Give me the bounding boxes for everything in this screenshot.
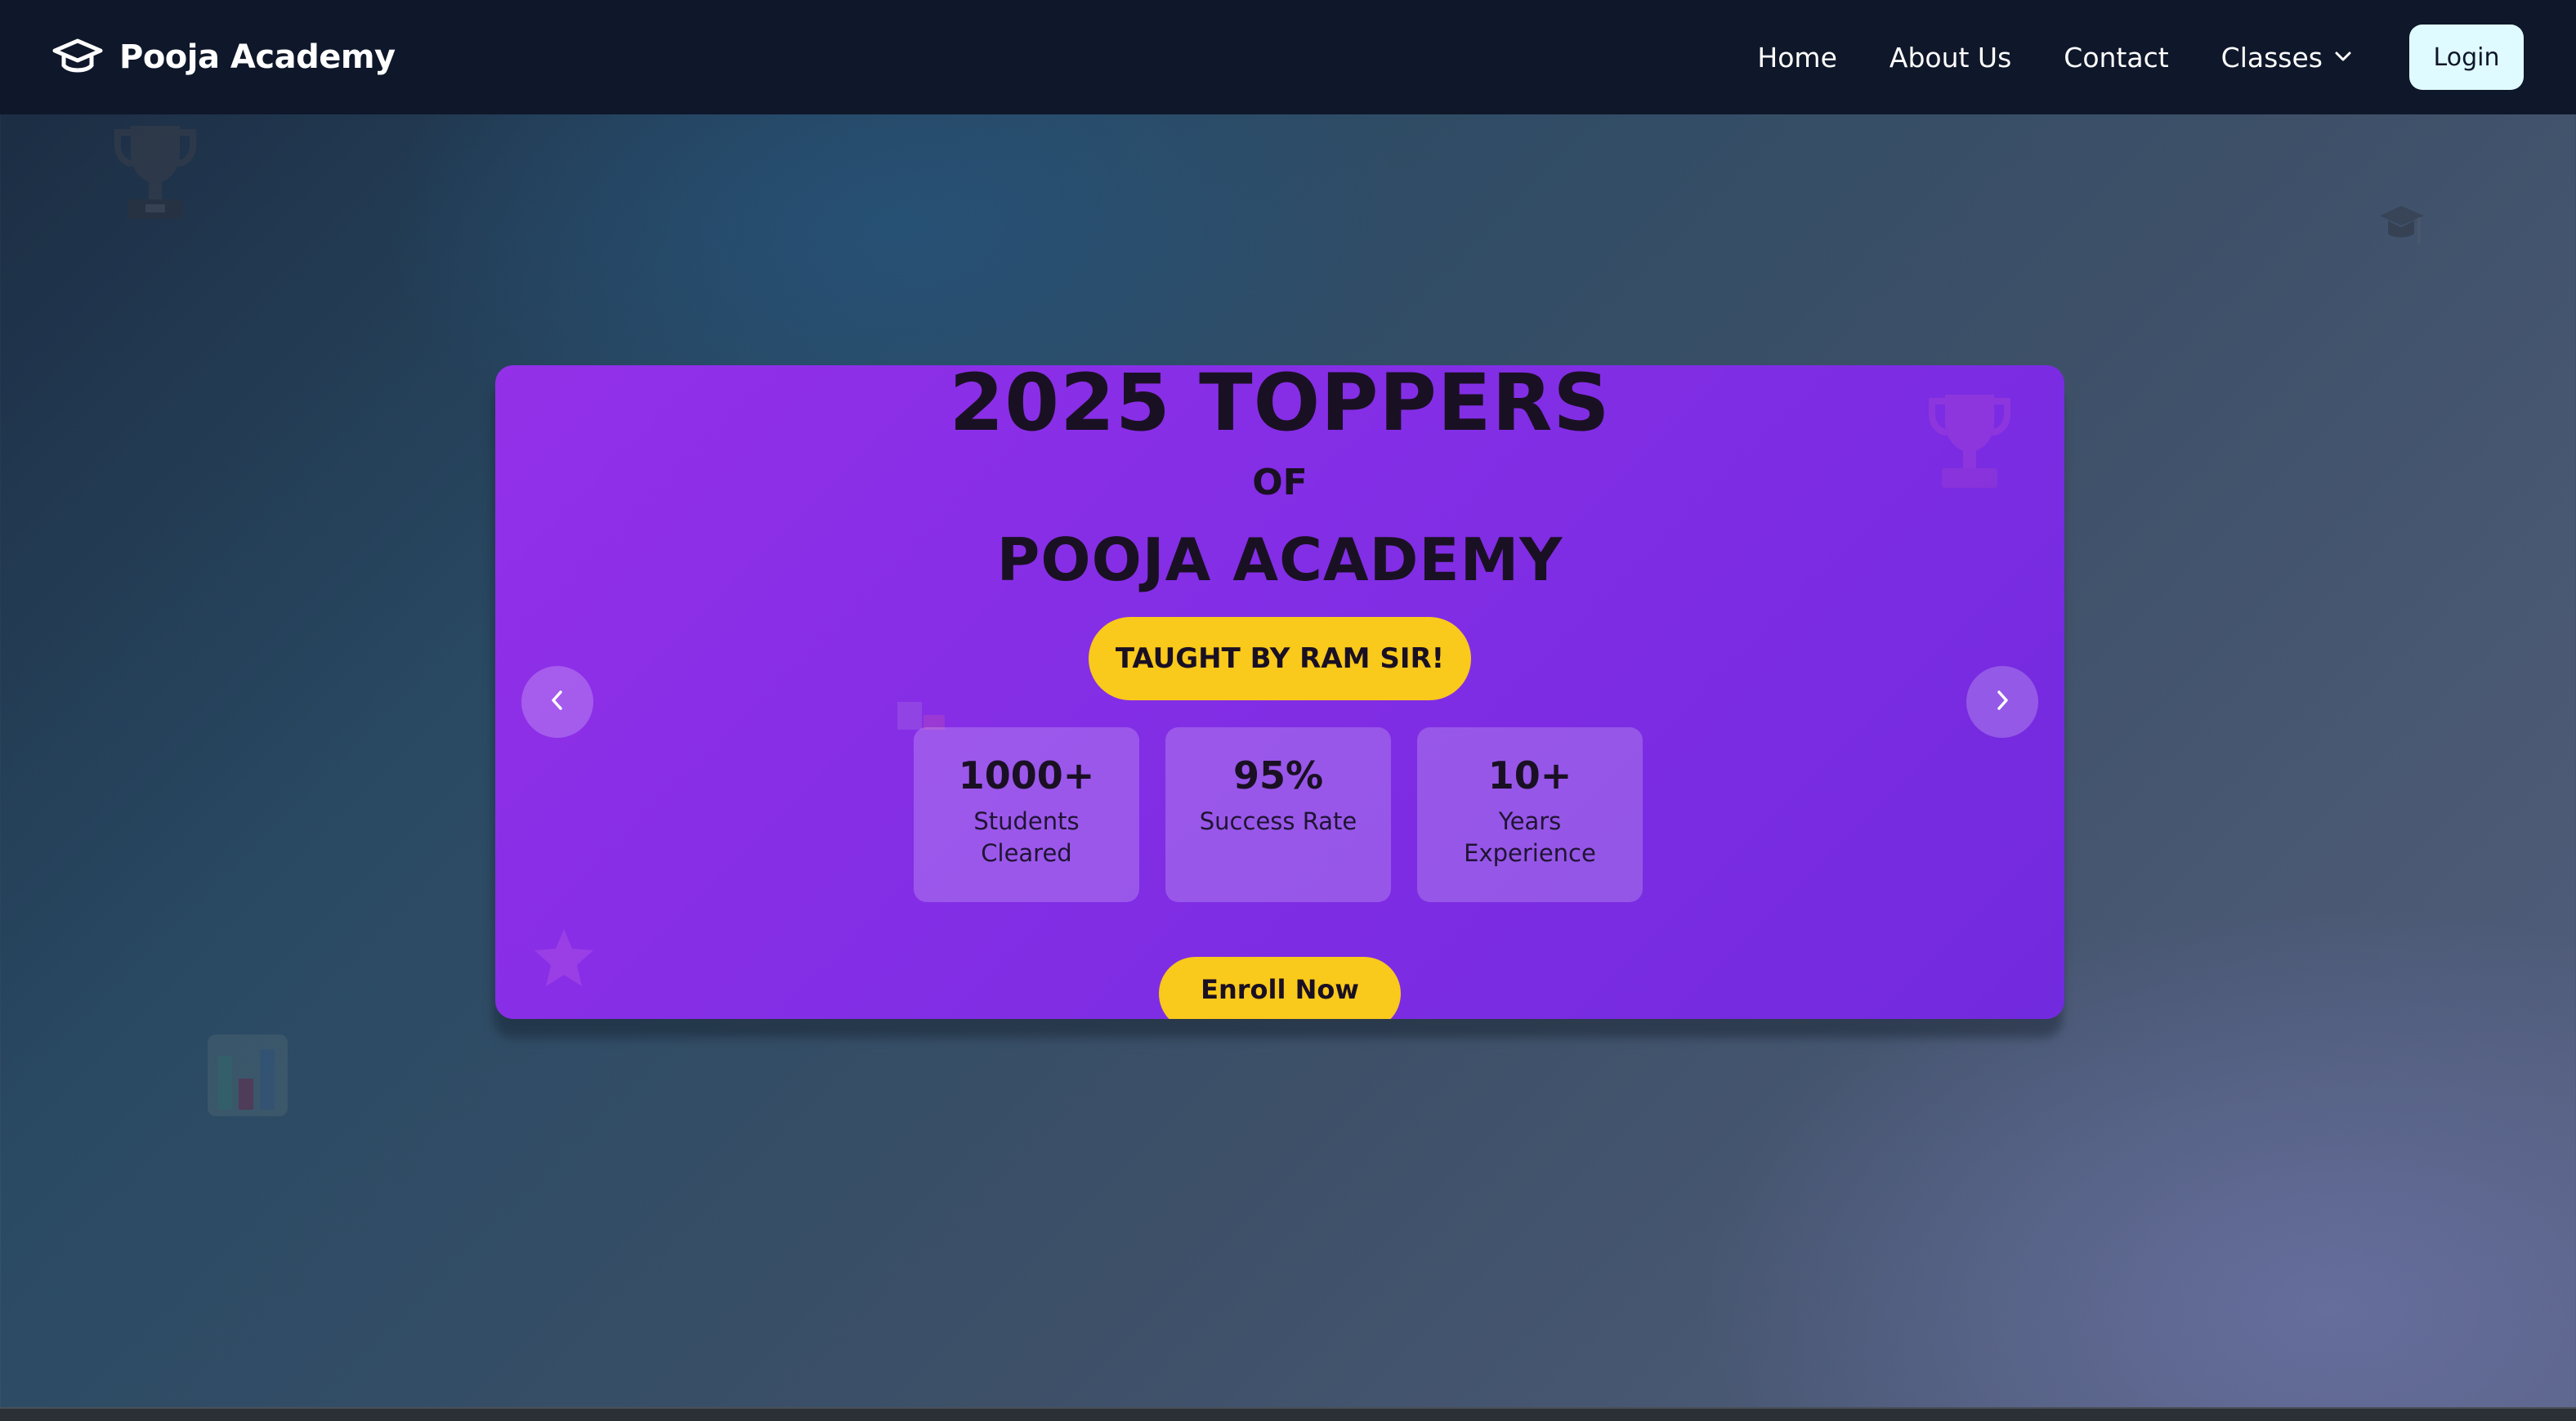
bar-chart-icon	[206, 1033, 289, 1121]
chevron-left-icon	[549, 689, 566, 715]
nav-contact[interactable]: Contact	[2064, 42, 2168, 74]
stat-value: 95%	[1232, 753, 1324, 798]
tagline-badge: TAUGHT BY RAM SIR!	[1089, 617, 1471, 700]
nav-about-us[interactable]: About Us	[1890, 42, 2011, 74]
nav-home[interactable]: Home	[1757, 42, 1836, 74]
stat-label: Years Experience	[1464, 807, 1596, 868]
stat-value: 10+	[1487, 753, 1572, 798]
brand-name: Pooja Academy	[119, 38, 396, 76]
carousel-next-button[interactable]	[1966, 666, 2038, 738]
hero-of: OF	[1252, 462, 1308, 503]
star-icon	[531, 926, 597, 993]
enroll-now-button[interactable]: Enroll Now	[1159, 957, 1401, 1019]
stat-value: 1000+	[958, 753, 1095, 798]
nav-links: Home About Us Contact Classes Login	[1757, 25, 2524, 90]
hero-slide-card: 2025 TOPPERS OF POOJA ACADEMY TAUGHT BY …	[495, 365, 2064, 1019]
brand-link[interactable]: Pooja Academy	[52, 38, 396, 77]
login-button[interactable]: Login	[2409, 25, 2524, 90]
stat-card-students: 1000+ Students Cleared	[914, 727, 1139, 902]
trophy-icon	[113, 121, 198, 226]
graduation-cap-icon	[2377, 201, 2427, 255]
nav-classes-label: Classes	[2220, 41, 2323, 74]
stats-row: 1000+ Students Cleared 95% Success Rate …	[914, 727, 1643, 902]
nav-classes-dropdown[interactable]: Classes	[2221, 42, 2352, 74]
chevron-right-icon	[1994, 689, 2010, 715]
bottom-strip	[0, 1407, 2576, 1421]
graduation-cap-icon	[52, 38, 103, 77]
hero-title: 2025 TOPPERS	[949, 365, 1611, 449]
navbar: Pooja Academy Home About Us Contact Clas…	[0, 0, 2576, 114]
stat-label: Success Rate	[1199, 807, 1357, 835]
stat-card-success-rate: 95% Success Rate	[1165, 727, 1391, 902]
hero-academy-name: POOJA ACADEMY	[996, 525, 1563, 594]
chevron-down-icon	[2334, 50, 2352, 65]
stat-card-experience: 10+ Years Experience	[1417, 727, 1643, 902]
stat-label: Students Cleared	[973, 807, 1080, 868]
carousel-prev-button[interactable]	[521, 666, 593, 738]
